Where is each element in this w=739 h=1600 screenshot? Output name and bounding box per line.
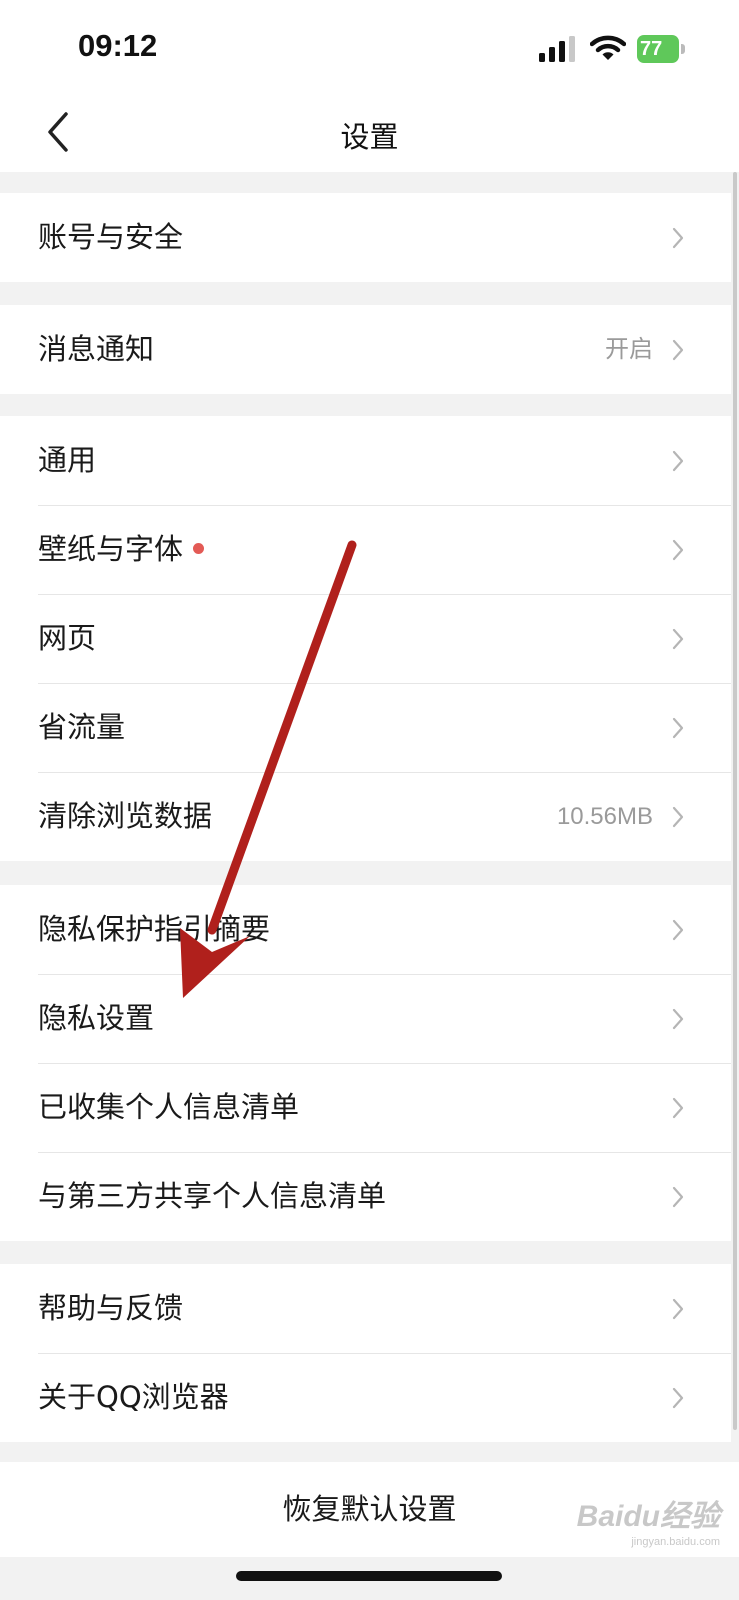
row-divider <box>38 683 731 684</box>
chevron-right-icon <box>672 1387 684 1409</box>
settings-row-text: 隐私保护指引摘要 <box>38 912 271 946</box>
battery-nub <box>681 44 685 54</box>
settings-row[interactable]: 隐私保护指引摘要 <box>0 885 731 974</box>
watermark-brand: Baidu经验 <box>576 1500 720 1533</box>
page-title: 设置 <box>340 120 399 154</box>
settings-group: 账号与安全 <box>0 193 731 282</box>
settings-row-label: 隐私保护指引摘要 <box>38 885 270 974</box>
settings-row-text: 壁纸与字体 <box>38 532 184 566</box>
settings-row-text: 与第三方共享个人信息清单 <box>38 1179 387 1213</box>
chevron-right-icon <box>672 1097 684 1119</box>
settings-row-label: 省流量 <box>38 683 125 772</box>
settings-row-label: 消息通知 <box>38 305 154 394</box>
settings-row-label: 与第三方共享个人信息清单 <box>38 1152 386 1241</box>
settings-row[interactable]: 消息通知 开启 <box>0 305 731 394</box>
settings-row-text: 清除浏览数据 <box>38 799 213 833</box>
settings-row-label: 清除浏览数据 <box>38 772 212 861</box>
settings-row-label: 网页 <box>38 594 96 683</box>
settings-group: 帮助与反馈关于QQ浏览器 <box>0 1264 731 1442</box>
settings-row[interactable]: 与第三方共享个人信息清单 <box>0 1152 731 1241</box>
settings-row-label: 关于QQ浏览器 <box>38 1353 229 1442</box>
red-dot-badge <box>193 542 205 554</box>
chevron-right-icon <box>672 339 684 361</box>
home-indicator <box>236 1571 502 1581</box>
nav-bar: 设置 <box>0 100 739 172</box>
settings-row-text: 关于QQ浏览器 <box>38 1380 229 1414</box>
settings-row-text: 隐私设置 <box>38 1001 155 1035</box>
settings-row-label: 账号与安全 <box>38 193 183 282</box>
settings-row-label: 帮助与反馈 <box>38 1264 183 1353</box>
settings-row-label: 已收集个人信息清单 <box>38 1063 299 1152</box>
settings-row[interactable]: 壁纸与字体 <box>0 505 731 594</box>
chevron-right-icon <box>672 1186 684 1208</box>
settings-row-text: 消息通知 <box>38 332 155 366</box>
watermark-logo: Baidu经验 jingyan.baidu.com <box>560 1500 720 1560</box>
battery-level: 77 <box>637 35 679 63</box>
settings-row-value: 开启 <box>605 336 653 363</box>
settings-row-text: 通用 <box>38 443 97 477</box>
row-divider <box>38 594 731 595</box>
settings-row[interactable]: 清除浏览数据 10.56MB <box>0 772 731 861</box>
settings-row-value: 10.56MB <box>556 803 653 830</box>
chevron-right-icon <box>672 539 684 561</box>
settings-row-label: 隐私设置 <box>38 974 154 1063</box>
battery-icon: 77 <box>637 35 685 63</box>
settings-row[interactable]: 关于QQ浏览器 <box>0 1353 731 1442</box>
watermark-url: jingyan.baidu.com <box>631 1536 720 1548</box>
settings-row[interactable]: 网页 <box>0 594 731 683</box>
chevron-right-icon <box>672 717 684 739</box>
settings-row-label: 通用 <box>38 416 96 505</box>
settings-row-text: 账号与安全 <box>38 220 184 254</box>
wifi-icon <box>590 35 626 60</box>
settings-row[interactable]: 账号与安全 <box>0 193 731 282</box>
settings-group: 通用壁纸与字体网页省流量清除浏览数据 10.56MB <box>0 416 731 861</box>
scrollbar[interactable] <box>731 172 739 1440</box>
chevron-right-icon <box>672 1008 684 1030</box>
scrollbar-thumb[interactable] <box>733 172 737 1430</box>
chevron-right-icon <box>672 628 684 650</box>
settings-row[interactable]: 通用 <box>0 416 731 505</box>
chevron-right-icon <box>672 806 684 828</box>
chevron-right-icon <box>672 1298 684 1320</box>
settings-row[interactable]: 已收集个人信息清单 <box>0 1063 731 1152</box>
settings-group: 隐私保护指引摘要 隐私设置已收集个人信息清单与第三方共享个人信息清单 <box>0 885 731 1241</box>
chevron-right-icon <box>672 227 684 249</box>
status-bar: 09:12 77 <box>0 0 739 100</box>
settings-row-text: 帮助与反馈 <box>38 1291 184 1325</box>
chevron-right-icon <box>672 450 684 472</box>
settings-row[interactable]: 帮助与反馈 <box>0 1264 731 1353</box>
settings-group: 消息通知 开启 <box>0 305 731 394</box>
settings-row-text: 网页 <box>38 621 97 655</box>
signal-icon <box>539 36 575 62</box>
status-time: 09:12 <box>78 28 158 63</box>
chevron-right-icon <box>672 919 684 941</box>
settings-row[interactable]: 隐私设置 <box>0 974 731 1063</box>
settings-row[interactable]: 省流量 <box>0 683 731 772</box>
settings-row-text: 已收集个人信息清单 <box>38 1090 300 1124</box>
settings-row-text: 省流量 <box>38 710 126 744</box>
settings-row-label: 壁纸与字体 <box>38 505 205 594</box>
